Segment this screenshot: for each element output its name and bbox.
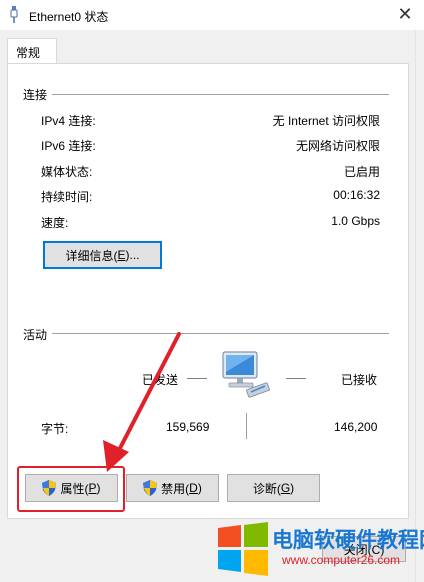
- disable-button[interactable]: 禁用(D): [126, 474, 219, 502]
- speed-value: 1.0 Gbps: [331, 214, 380, 228]
- tab-general[interactable]: 常规: [7, 38, 57, 64]
- details-button-text: 详细信息(: [65, 248, 118, 263]
- right-edge: [415, 30, 424, 582]
- diagnose-button[interactable]: 诊断(G): [227, 474, 320, 502]
- media-state-value: 已启用: [343, 165, 380, 179]
- duration-value: 00:16:32: [333, 188, 380, 202]
- speed-label: 速度:: [41, 216, 69, 230]
- diagnose-button-accel: G: [280, 481, 291, 495]
- watermark-url: www.computer26.com: [282, 553, 401, 567]
- connection-group-label: 连接: [23, 88, 48, 102]
- uac-shield-icon: [143, 480, 158, 496]
- received-label: 已接收: [341, 373, 378, 387]
- annotation-arrow: [103, 332, 181, 472]
- window-title: Ethernet0 状态: [29, 10, 109, 24]
- diagnose-button-text: 诊断(: [252, 481, 281, 496]
- network-computer-icon: [222, 351, 270, 398]
- details-button-accel: E: [117, 248, 126, 262]
- activity-group-label: 活动: [23, 328, 48, 342]
- disable-button-accel: D: [189, 481, 198, 495]
- bytes-separator: [246, 413, 247, 439]
- disable-button-suffix: ): [197, 481, 202, 495]
- media-state-label: 媒体状态:: [41, 165, 93, 179]
- ipv6-label: IPv6 连接:: [41, 139, 96, 153]
- bytes-received-value: 146,200: [334, 420, 378, 434]
- windows-logo-icon: [218, 522, 268, 576]
- details-button[interactable]: 详细信息(E)...: [43, 241, 162, 269]
- watermark-title: 电脑软硬件教程网: [272, 529, 424, 552]
- ipv4-label: IPv4 连接:: [41, 114, 96, 128]
- duration-label: 持续时间:: [41, 190, 93, 204]
- ipv4-value: 无 Internet 访问权限: [272, 114, 380, 128]
- sent-dash: [187, 378, 207, 379]
- tab-panel: [7, 63, 409, 519]
- received-dash: [286, 378, 306, 379]
- disable-button-text: 禁用(: [161, 481, 190, 496]
- close-icon[interactable]: ✕: [394, 2, 416, 26]
- connection-group-line: [52, 94, 389, 95]
- details-button-suffix: )...: [125, 248, 140, 262]
- diagnose-button-suffix: ): [290, 481, 295, 495]
- tab-general-label: 常规: [16, 46, 41, 60]
- ipv6-value: 无网络访问权限: [295, 139, 380, 153]
- bytes-label: 字节:: [41, 422, 69, 436]
- network-adapter-icon: [10, 6, 18, 23]
